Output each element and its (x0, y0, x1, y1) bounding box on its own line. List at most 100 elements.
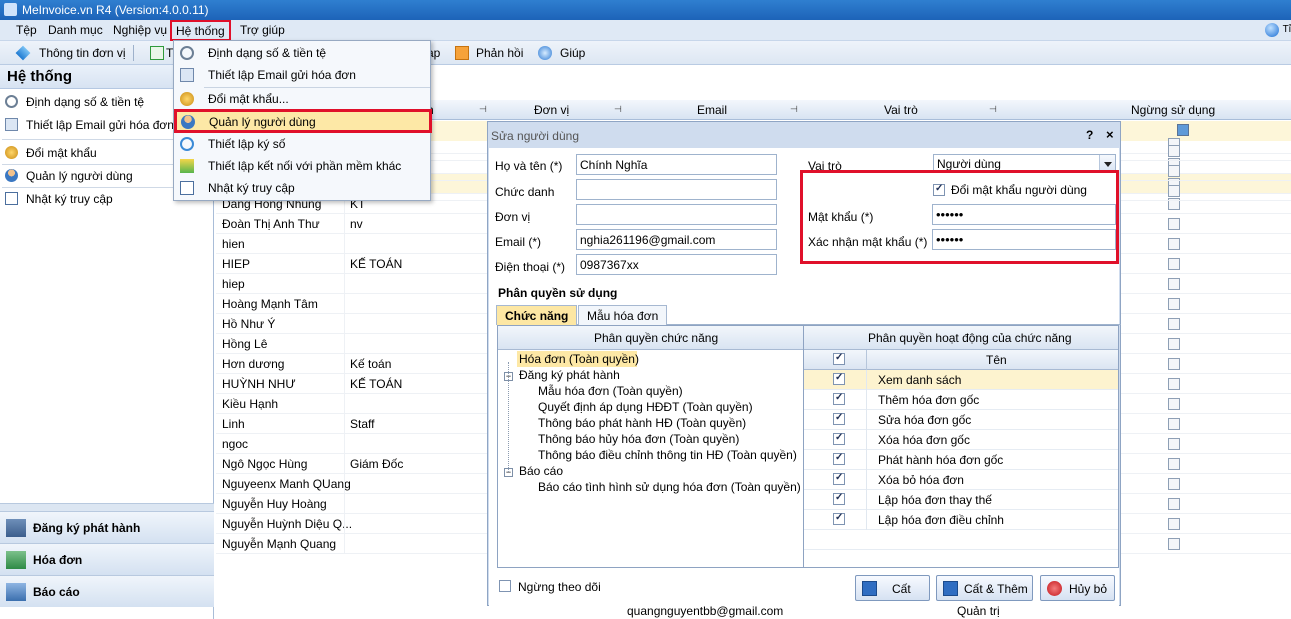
cell-name: Nguyễn Huy Hoàng (222, 497, 327, 511)
action-row[interactable]: Lập hóa đơn điều chỉnh (804, 510, 1118, 530)
sidebar-section-report[interactable]: Báo cáo (0, 575, 214, 607)
menu-he-thong[interactable]: Hệ thống (170, 20, 231, 41)
inactive-checkbox[interactable] (1168, 458, 1180, 470)
toolbar-help[interactable]: Giúp (560, 46, 585, 60)
divider (344, 374, 345, 394)
tree-node-usage-report[interactable]: Báo cáo tình hình sử dụng hóa đơn (Toàn … (538, 480, 801, 494)
action-checkbox[interactable] (833, 392, 845, 405)
action-checkbox[interactable] (833, 492, 845, 505)
tree-node-template[interactable]: Mẫu hóa đơn (Toàn quyền) (538, 384, 683, 398)
inactive-checkbox[interactable] (1168, 378, 1180, 390)
inactive-checkbox[interactable] (1168, 538, 1180, 550)
pin-icon[interactable]: ⊣ (614, 104, 622, 115)
inactive-checkbox[interactable] (1168, 258, 1180, 270)
tree-node-report[interactable]: Báo cáo (519, 464, 563, 478)
tab-invoice-templates[interactable]: Mẫu hóa đơn (578, 305, 668, 325)
divider (866, 470, 867, 490)
column-unit[interactable]: Đơn vị (534, 103, 569, 117)
name-input[interactable]: Chính Nghĩa (576, 154, 777, 175)
sidebar-section-registration[interactable]: Đăng ký phát hành (0, 511, 214, 543)
unit-input[interactable] (576, 204, 777, 225)
inactive-checkbox[interactable] (1168, 438, 1180, 450)
toolbar-feedback[interactable]: Phản hồi (476, 46, 523, 60)
action-row[interactable]: Xem danh sách (804, 370, 1118, 390)
menu-nghiep-vu[interactable]: Nghiệp vụ (113, 23, 167, 37)
add-icon[interactable] (150, 46, 164, 60)
menu-item-user-management[interactable]: Quản lý người dùng (174, 109, 432, 133)
divider (866, 350, 867, 370)
inactive-checkbox[interactable] (1168, 298, 1180, 310)
action-row[interactable]: Xóa bỏ hóa đơn (804, 470, 1118, 490)
action-checkbox[interactable] (833, 432, 845, 445)
column-inactive[interactable]: Ngừng sử dụng (1131, 103, 1215, 117)
inactive-checkbox[interactable] (1168, 278, 1180, 290)
gear-icon (180, 46, 194, 60)
action-row[interactable]: Xóa hóa đơn gốc (804, 430, 1118, 450)
inactive-checkbox[interactable] (1168, 418, 1180, 430)
menu-item-number-format[interactable]: Định dạng số & tiền tệ (175, 42, 430, 64)
tree-node-registration[interactable]: Đăng ký phát hành (519, 368, 620, 382)
menu-item-change-password[interactable]: Đổi mật khẩu... (175, 88, 430, 110)
tab-functions[interactable]: Chức năng (496, 305, 578, 325)
action-row[interactable]: Lập hóa đơn thay thế (804, 490, 1118, 510)
pin-icon[interactable]: ⊣ (790, 104, 798, 115)
save-button[interactable]: Cất (855, 575, 930, 601)
column-email[interactable]: Email (697, 103, 727, 117)
action-checkbox[interactable] (833, 412, 845, 425)
inactive-checkbox[interactable] (1168, 165, 1180, 177)
action-row[interactable]: Sửa hóa đơn gốc (804, 410, 1118, 430)
phone-input[interactable]: 0987367xx (576, 254, 777, 275)
action-checkbox[interactable] (833, 512, 845, 525)
job-title-input[interactable] (576, 179, 777, 200)
toolbar-company-info[interactable]: Thông tin đơn vị (39, 46, 126, 60)
sidebar-splitter[interactable] (0, 503, 214, 511)
function-tree-pane: Phân quyền chức năng Hóa đơn (Toàn quyền… (497, 325, 804, 568)
tree-node-adjust-notice[interactable]: Thông báo điều chỉnh thông tin HĐ (Toàn … (538, 448, 797, 462)
tree-node-decision[interactable]: Quyết định áp dụng HĐĐT (Toàn quyền) (538, 400, 753, 414)
menu-item-digital-sign[interactable]: Thiết lập ký số (175, 133, 430, 155)
tree-node-cancel-notice[interactable]: Thông báo hủy hóa đơn (Toàn quyền) (538, 432, 739, 446)
sidebar-item-label: Đổi mật khẩu (26, 146, 97, 160)
email-input[interactable]: nghia261196@gmail.com (576, 229, 777, 250)
menu-item-connect-software[interactable]: Thiết lập kết nối với phần mềm khác (175, 155, 430, 177)
pin-icon[interactable]: ⊣ (479, 104, 487, 115)
save-add-button[interactable]: Cất & Thêm (936, 575, 1033, 601)
cancel-button[interactable]: Hủy bỏ (1040, 575, 1115, 601)
action-row[interactable]: Thêm hóa đơn gốc (804, 390, 1118, 410)
inactive-checkbox[interactable] (1168, 318, 1180, 330)
inactive-checkbox[interactable] (1168, 185, 1180, 197)
action-checkbox[interactable] (833, 472, 845, 485)
menu-item-access-log[interactable]: Nhật ký truy cập (175, 177, 430, 199)
inactive-checkbox[interactable] (1168, 358, 1180, 370)
select-all-checkbox[interactable] (833, 352, 845, 365)
divider (344, 494, 345, 514)
action-row[interactable]: Phát hành hóa đơn gốc (804, 450, 1118, 470)
confirm-password-input[interactable]: •••••• (932, 229, 1116, 250)
inactive-checkbox[interactable] (1168, 518, 1180, 530)
inactive-checkbox[interactable] (1168, 498, 1180, 510)
menu-tep[interactable]: Tệp (16, 23, 37, 37)
inactive-checkbox[interactable] (1168, 398, 1180, 410)
column-role[interactable]: Vai trò (884, 103, 918, 117)
inactive-checkbox[interactable] (1168, 218, 1180, 230)
menu-danh-muc[interactable]: Danh mục (48, 23, 103, 37)
tree-node-invoice[interactable]: Hóa đơn (Toàn quyền) (519, 352, 639, 366)
action-checkbox[interactable] (833, 372, 845, 385)
inactive-checkbox[interactable] (1168, 338, 1180, 350)
menu-item-email-setup[interactable]: Thiết lập Email gửi hóa đơn (175, 64, 430, 86)
close-icon[interactable]: × (1106, 127, 1114, 142)
change-password-checkbox[interactable] (933, 183, 945, 196)
actions-column-header: Tên (804, 350, 1118, 370)
password-input[interactable]: •••••• (932, 204, 1116, 225)
tree-node-issuance-notice[interactable]: Thông báo phát hành HĐ (Toàn quyền) (538, 416, 746, 430)
menu-tro-giup[interactable]: Trợ giúp (240, 23, 285, 37)
help-icon[interactable]: ? (1086, 128, 1093, 142)
sidebar-section-invoice[interactable]: Hóa đơn (0, 543, 214, 575)
action-checkbox[interactable] (833, 452, 845, 465)
inactive-checkbox[interactable] (499, 580, 511, 592)
inactive-checkbox[interactable] (1168, 145, 1180, 157)
globe-icon[interactable] (1265, 23, 1279, 37)
inactive-checkbox[interactable] (1168, 478, 1180, 490)
inactive-checkbox[interactable] (1168, 238, 1180, 250)
pin-icon[interactable]: ⊣ (989, 104, 997, 115)
